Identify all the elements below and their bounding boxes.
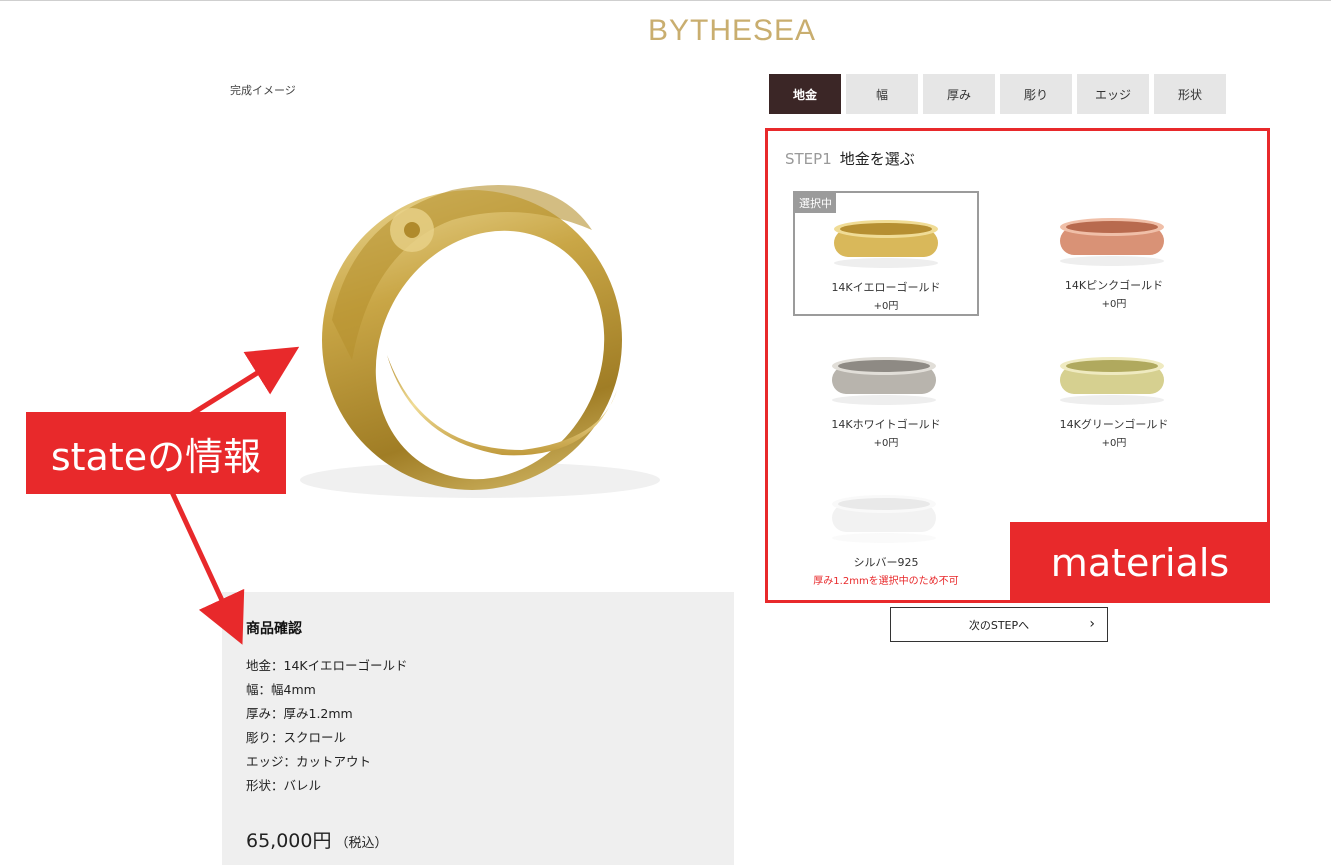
state-annotation-label: stateの情報 — [26, 412, 286, 494]
arrow-to-summary — [169, 490, 245, 645]
arrow-to-preview — [188, 346, 300, 418]
materials-annotation-label: materials — [1010, 522, 1270, 603]
